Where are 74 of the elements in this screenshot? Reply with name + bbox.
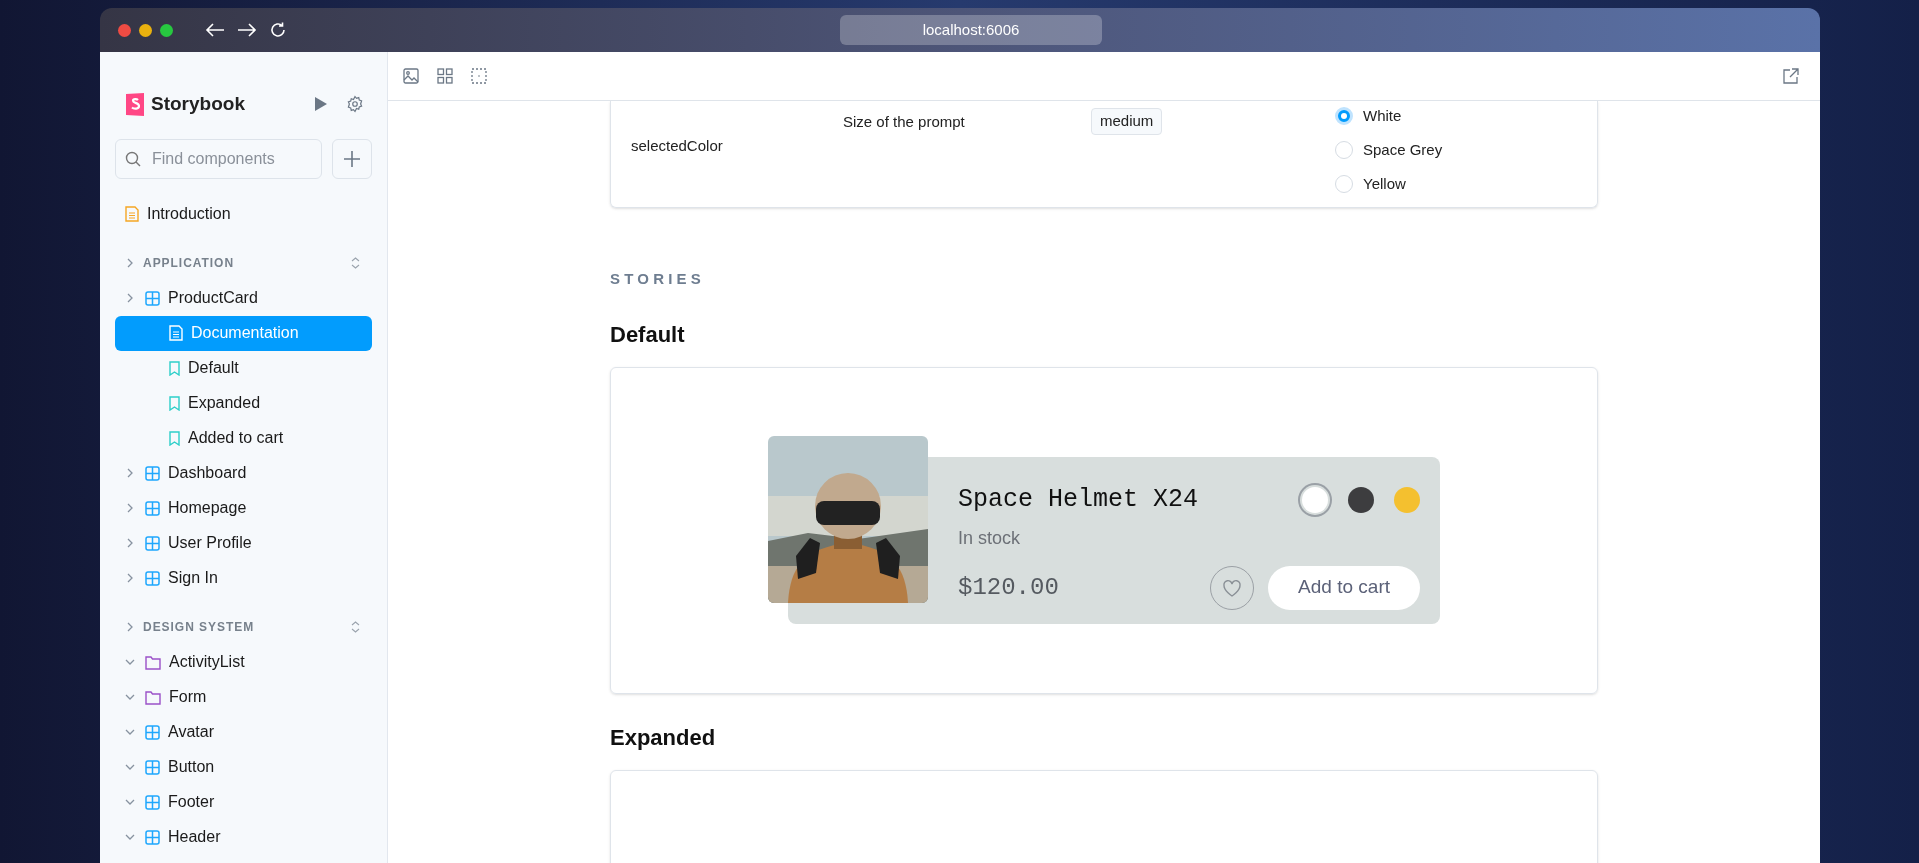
component-icon xyxy=(145,829,160,845)
document-icon xyxy=(169,325,183,341)
address-bar[interactable]: localhost:6006 xyxy=(840,15,1102,45)
settings-icon[interactable] xyxy=(346,95,364,114)
image-icon[interactable] xyxy=(403,68,419,84)
heart-icon xyxy=(1222,578,1243,597)
stock-status: In stock xyxy=(958,526,1022,550)
radio-label: White xyxy=(1363,105,1402,126)
section-header[interactable]: DESIGN SYSTEM xyxy=(115,609,372,645)
folder-icon xyxy=(145,689,161,705)
radio-button[interactable] xyxy=(1335,107,1353,125)
play-icon[interactable] xyxy=(314,96,328,113)
tree-item[interactable]: Footer xyxy=(115,784,372,820)
tree-item[interactable]: Homepage xyxy=(115,490,372,526)
radio-option[interactable]: White xyxy=(1335,101,1597,133)
add-to-cart-button[interactable]: Add to cart xyxy=(1268,565,1420,610)
component-icon xyxy=(145,500,160,516)
bookmark-icon xyxy=(169,430,180,446)
tree-item[interactable]: ProductCard xyxy=(115,280,372,316)
component-icon xyxy=(145,570,160,586)
radio-button[interactable] xyxy=(1335,175,1353,193)
component-icon xyxy=(145,535,160,551)
component-icon xyxy=(145,724,160,740)
tree-item[interactable]: Dashboard xyxy=(115,455,372,491)
forward-arrow-icon[interactable] xyxy=(237,22,257,38)
outline-icon[interactable] xyxy=(471,68,487,84)
section-label: STORIES xyxy=(610,269,706,289)
tree-item[interactable]: User Profile xyxy=(115,525,372,561)
collapse-toggle-icon[interactable] xyxy=(351,621,360,633)
product-price: $120.00 xyxy=(958,572,1059,603)
radio-button[interactable] xyxy=(1335,141,1353,159)
tree-item[interactable]: Expanded xyxy=(115,385,372,421)
app-title: Storybook xyxy=(151,92,245,116)
section-header[interactable]: APPLICATION xyxy=(115,245,372,281)
folder-icon xyxy=(145,654,161,670)
logo-icon xyxy=(125,91,145,117)
product-name: Space Helmet X24 xyxy=(958,484,1199,516)
reload-icon[interactable] xyxy=(269,21,287,39)
tree-item[interactable]: Header xyxy=(115,819,372,855)
default-value: medium xyxy=(1091,108,1163,135)
component-icon xyxy=(145,794,160,810)
tree-item[interactable]: ActivityList xyxy=(115,644,372,680)
arg-name: selectedColor xyxy=(631,137,723,154)
add-button[interactable] xyxy=(332,138,372,179)
component-icon xyxy=(145,290,160,306)
color-swatch[interactable] xyxy=(1302,486,1328,513)
back-arrow-icon[interactable] xyxy=(205,22,225,38)
document-icon xyxy=(125,206,139,222)
color-swatch[interactable] xyxy=(1394,486,1420,513)
collapse-toggle-icon[interactable] xyxy=(351,257,360,269)
bookmark-icon xyxy=(169,395,180,411)
tree-item[interactable]: Form xyxy=(115,679,372,715)
plus-icon xyxy=(343,149,361,168)
radio-label: Space Grey xyxy=(1363,139,1443,160)
external-link-icon[interactable] xyxy=(1783,68,1799,84)
tree-item[interactable]: Button xyxy=(115,749,372,785)
story-title: Expanded xyxy=(610,723,717,752)
story-title: Default xyxy=(610,320,686,349)
bookmark-icon xyxy=(169,360,180,376)
tree-item[interactable]: Sign In xyxy=(115,560,372,596)
arg-description: Size of the prompt xyxy=(843,113,965,130)
component-icon xyxy=(145,759,160,775)
tree-item[interactable]: Avatar xyxy=(115,714,372,750)
tree-item[interactable]: Added to cart xyxy=(115,420,372,456)
tree-item[interactable]: Introduction xyxy=(115,196,372,232)
tree-item[interactable]: Default xyxy=(115,350,372,386)
radio-option[interactable]: Space Grey xyxy=(1335,133,1597,167)
color-swatch[interactable] xyxy=(1348,486,1374,513)
search-field[interactable]: Find components xyxy=(115,138,322,179)
radio-label: Yellow xyxy=(1363,173,1406,194)
search-icon xyxy=(125,150,141,167)
grid-icon[interactable] xyxy=(437,68,453,84)
radio-option[interactable]: Yellow xyxy=(1335,167,1597,201)
component-icon xyxy=(145,465,160,481)
